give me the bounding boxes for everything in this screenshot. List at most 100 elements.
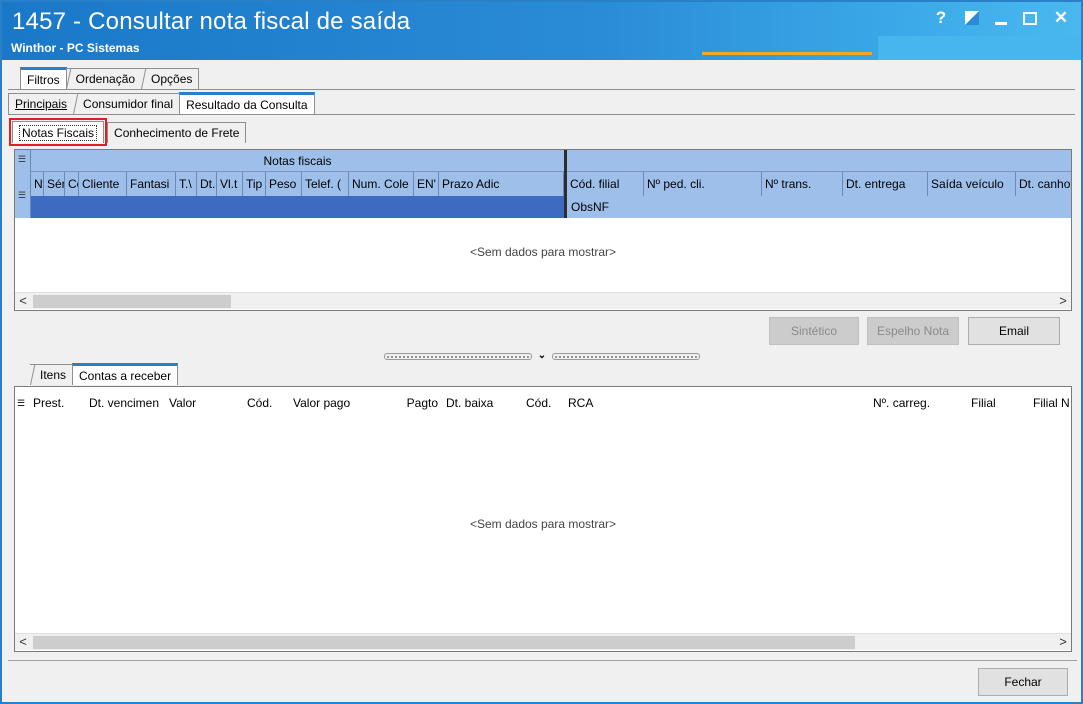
band-notas-fiscais: Notas fiscais xyxy=(31,150,564,172)
col-dt-baixa[interactable]: Dt. baixa xyxy=(442,387,522,419)
col-telefone[interactable]: Telef. ( xyxy=(302,172,349,196)
col-filial-nf[interactable]: Filial N xyxy=(1029,387,1071,419)
col-cod-filial[interactable]: Cód. filial xyxy=(567,172,644,196)
result-tabs: Notas Fiscais Conhecimento de Frete xyxy=(8,118,247,146)
contas-empty-message: <Sem dados para mostrar> xyxy=(469,517,617,531)
nf-horizontal-scrollbar[interactable]: < > xyxy=(15,292,1071,309)
window-subtitle: Winthor - PC Sistemas xyxy=(11,41,140,55)
col-peso[interactable]: Peso xyxy=(266,172,302,196)
column-chooser-icon-3[interactable]: ☰ xyxy=(15,387,29,419)
col-prest[interactable]: Prest. xyxy=(29,387,85,419)
second-tabs-line xyxy=(8,114,1075,115)
col-valor[interactable]: Valor xyxy=(165,387,243,419)
col-serie[interactable]: Sér xyxy=(44,172,65,196)
tab-contas-receber[interactable]: Contas a receber xyxy=(72,363,179,385)
col-fantasia[interactable]: Fantasi xyxy=(127,172,176,196)
col-cod-rca[interactable]: Cód. xyxy=(522,387,564,419)
nf-columns-right: Cód. filial Nº ped. cli. Nº trans. Dt. e… xyxy=(567,172,1071,196)
grid-band-splitter xyxy=(564,150,567,218)
col-valor-pago[interactable]: Valor pago xyxy=(289,387,397,419)
sintetico-button[interactable]: Sintético xyxy=(769,317,859,345)
tab-conhecimento-frete-label: Conhecimento de Frete xyxy=(114,126,240,140)
tab-itens-label: Itens xyxy=(40,368,67,382)
fechar-button[interactable]: Fechar xyxy=(978,668,1068,696)
scroll-left-icon-2[interactable]: < xyxy=(15,634,31,651)
column-chooser-icon-2[interactable]: ☰ xyxy=(18,190,26,201)
tab-opcoes-label: Opções xyxy=(151,72,193,86)
col-tipo-venda[interactable]: T.\ xyxy=(176,172,197,196)
col-entrega[interactable]: EN' xyxy=(414,172,439,196)
bottom-tabs: Itens Contas a receber xyxy=(30,363,179,385)
scroll-right-icon[interactable]: > xyxy=(1055,293,1071,310)
tab-consumidor-final-label: Consumidor final xyxy=(83,97,174,111)
tab-ordenacao[interactable]: Ordenação xyxy=(65,68,143,89)
col-saida-veiculo[interactable]: Saída veículo xyxy=(928,172,1016,196)
email-button[interactable]: Email xyxy=(968,317,1060,345)
col-pagto[interactable]: Pagto xyxy=(397,387,442,419)
nf-header-selected-row xyxy=(31,196,564,218)
contas-scroll-thumb[interactable] xyxy=(33,636,855,649)
contas-horizontal-scrollbar[interactable]: < > xyxy=(15,633,1071,650)
col-cod-cobranca[interactable]: Cód. xyxy=(243,387,289,419)
tab-notas-fiscais-label: Notas Fiscais xyxy=(19,124,98,141)
tab-resultado-consulta[interactable]: Resultado da Consulta xyxy=(179,92,315,114)
top-tabs: Filtros Ordenação Opções xyxy=(20,67,200,89)
col-rca[interactable]: RCA xyxy=(564,387,869,419)
tab-consumidor-final[interactable]: Consumidor final xyxy=(73,93,181,114)
col-num-carreg[interactable]: Nº. carreg. xyxy=(869,387,967,419)
col-prazo-adic[interactable]: Prazo Adic xyxy=(439,172,564,196)
col-valor-total[interactable]: Vl.t xyxy=(217,172,243,196)
column-chooser-icon[interactable]: ☰ xyxy=(18,154,26,165)
second-tabs: Principais Consumidor final Resultado da… xyxy=(8,92,315,114)
panel-splitter[interactable]: ⌄ xyxy=(384,351,700,361)
nf-empty-message: <Sem dados para mostrar> xyxy=(469,245,617,259)
close-icon[interactable]: ✕ xyxy=(1053,8,1069,28)
title-bar[interactable]: 1457 - Consultar nota fiscal de saída Wi… xyxy=(2,2,1081,60)
tab-filtros-label: Filtros xyxy=(27,72,60,87)
col-cliente[interactable]: Cliente xyxy=(79,172,127,196)
col-num-trans[interactable]: Nº trans. xyxy=(762,172,843,196)
col-tipo[interactable]: Tip xyxy=(243,172,266,196)
tab-opcoes[interactable]: Opções xyxy=(141,68,200,89)
contas-columns: ☰ Prest. Dt. vencimen Valor Cód. Valor p… xyxy=(15,387,1071,419)
title-bar-decoration xyxy=(878,36,1081,60)
layout-icon[interactable] xyxy=(965,11,979,25)
espelho-nota-button[interactable]: Espelho Nota xyxy=(867,317,959,345)
footer-separator xyxy=(8,660,1077,661)
col-dt-canhoto[interactable]: Dt. canho xyxy=(1016,172,1071,196)
minimize-icon[interactable] xyxy=(995,21,1007,25)
col-data[interactable]: Dt. xyxy=(197,172,217,196)
tab-resultado-consulta-label: Resultado da Consulta xyxy=(186,97,308,112)
tab-conhecimento-frete[interactable]: Conhecimento de Frete xyxy=(107,122,247,143)
scroll-right-icon-2[interactable]: > xyxy=(1055,634,1071,651)
tab-notas-fiscais[interactable]: Notas Fiscais xyxy=(8,118,108,146)
band-right xyxy=(567,150,1071,172)
main-window: 1457 - Consultar nota fiscal de saída Wi… xyxy=(0,0,1083,704)
window-controls: ? ✕ xyxy=(933,8,1069,28)
scroll-left-icon[interactable]: < xyxy=(15,293,31,310)
col-dt-vencimento[interactable]: Dt. vencimen xyxy=(85,387,165,419)
col-num-coleta[interactable]: Num. Cole xyxy=(349,172,414,196)
col-numero[interactable]: Nº xyxy=(31,172,44,196)
splitter-grip-left xyxy=(384,352,532,360)
tab-principais[interactable]: Principais xyxy=(8,93,75,114)
col-dt-entrega[interactable]: Dt. entrega xyxy=(843,172,928,196)
chevron-down-icon[interactable]: ⌄ xyxy=(532,351,552,361)
nf-columns-left: Nº Sér Cóc Cliente Fantasi T.\ Dt. Vl.t … xyxy=(31,172,564,196)
col-num-ped-cli[interactable]: Nº ped. cli. xyxy=(644,172,762,196)
title-bar-accent xyxy=(702,52,872,55)
maximize-icon[interactable] xyxy=(1023,11,1037,25)
window-title: 1457 - Consultar nota fiscal de saída xyxy=(12,8,411,35)
tab-itens[interactable]: Itens xyxy=(30,364,74,385)
tab-ordenacao-label: Ordenação xyxy=(75,72,136,86)
tab-principais-label: Principais xyxy=(15,97,68,111)
col-codigo[interactable]: Cóc xyxy=(65,172,79,196)
help-icon[interactable]: ? xyxy=(933,8,949,28)
nf-scroll-thumb[interactable] xyxy=(33,295,231,308)
contas-receber-grid[interactable]: ☰ Prest. Dt. vencimen Valor Cód. Valor p… xyxy=(14,386,1072,652)
tab-contas-receber-label: Contas a receber xyxy=(79,368,172,383)
col-obsnf[interactable]: ObsNF xyxy=(567,196,1071,218)
notas-fiscais-grid[interactable]: ☰ ☰ Notas fiscais Nº Sér Cóc Cliente Fan… xyxy=(14,149,1072,311)
col-filial[interactable]: Filial xyxy=(967,387,1029,419)
tab-filtros[interactable]: Filtros xyxy=(20,67,67,89)
